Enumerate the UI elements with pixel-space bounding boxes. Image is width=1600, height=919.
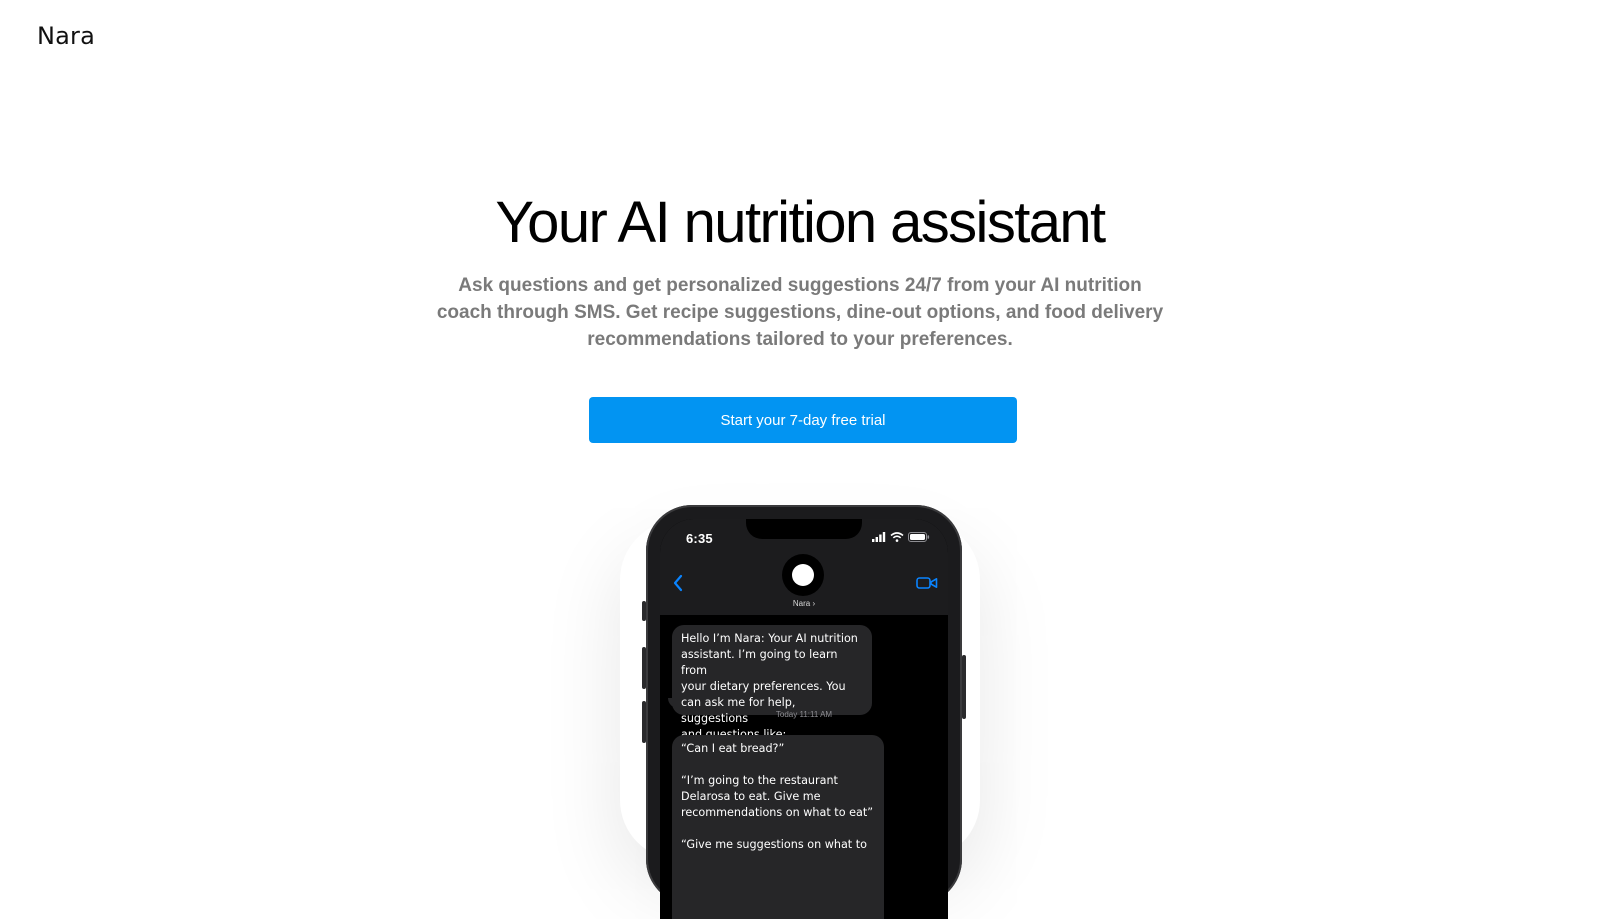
phone-volume-down-button <box>642 701 646 743</box>
message-line: “Can I eat bread?” <box>681 742 785 755</box>
chevron-left-icon[interactable] <box>672 574 684 592</box>
message-bubble-tail <box>668 698 680 708</box>
message-timestamp: Today 11:11 AM <box>775 710 833 719</box>
status-time: 6:35 <box>686 531 713 546</box>
hero-headline: Your AI nutrition assistant <box>495 190 1106 255</box>
hero-subtitle: Ask questions and get personalized sugge… <box>420 272 1180 353</box>
contact-avatar-dot <box>792 564 814 586</box>
battery-icon <box>908 532 930 542</box>
status-icons <box>872 532 930 542</box>
phone-power-button <box>962 655 966 719</box>
phone-screen: 6:35 Nara › Hello I’m Nara: Your AI nutr… <box>660 519 948 919</box>
phone-volume-up-button <box>642 647 646 689</box>
phone-mockup: 6:35 Nara › Hello I’m Nara: Your AI nutr… <box>642 505 966 919</box>
message-line: Hello I’m Nara: Your AI nutrition <box>681 632 858 645</box>
video-camera-icon[interactable] <box>916 576 938 590</box>
message-line: “I’m going to the restaurant <box>681 774 838 787</box>
message-gap <box>681 757 875 773</box>
subtitle-line-2: coach through SMS. Get recipe suggestion… <box>436 302 1164 323</box>
phone-side-button <box>642 601 646 621</box>
start-free-trial-button[interactable]: Start your 7-day free trial <box>589 397 1017 443</box>
message-gap <box>681 821 875 837</box>
message-line: “Give me suggestions on what to <box>681 838 867 851</box>
subtitle-line-1: Ask questions and get personalized sugge… <box>458 275 1142 296</box>
contact-name[interactable]: Nara › <box>660 599 948 608</box>
message-line: Delarosa to eat. Give me <box>681 790 821 803</box>
message-line: assistant. I’m going to learn from <box>681 648 838 677</box>
subtitle-line-3: recommendations tailored to your prefere… <box>587 329 1013 350</box>
cellular-signal-icon <box>872 532 886 542</box>
phone-notch <box>746 519 862 539</box>
brand-logo[interactable]: Nara <box>37 22 95 50</box>
message-line: recommendations on what to eat” <box>681 806 874 819</box>
wifi-icon <box>890 532 904 542</box>
message-line: your dietary preferences. You <box>681 680 846 693</box>
contact-avatar[interactable] <box>782 554 824 596</box>
message-bubble-intro: Hello I’m Nara: Your AI nutrition assist… <box>672 625 872 741</box>
message-bubble-examples: “Can I eat bread?” “I’m going to the res… <box>672 735 884 919</box>
chat-header: 6:35 Nara › <box>660 519 948 615</box>
